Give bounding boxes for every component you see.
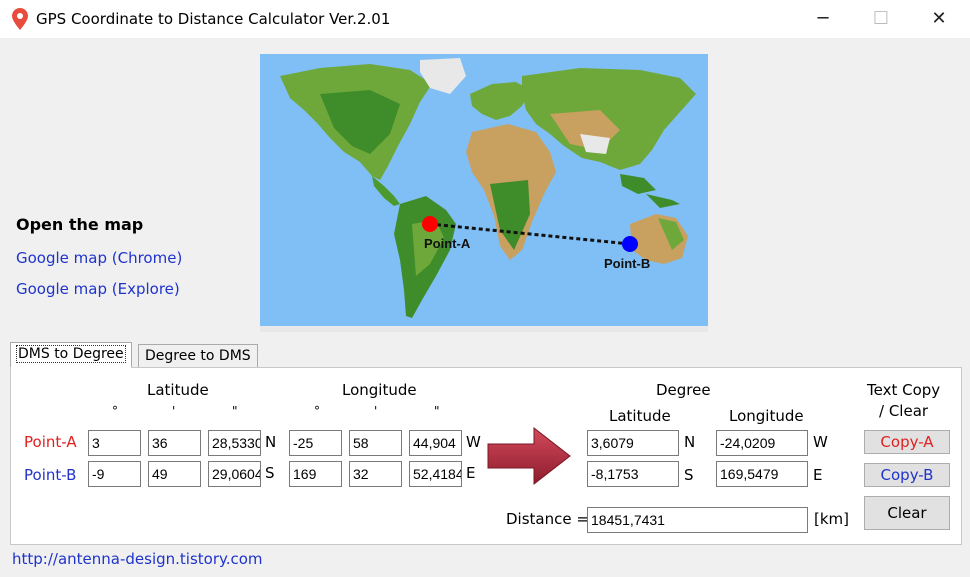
google-map-explore-link[interactable]: Google map (Explore) [16,280,180,298]
point-a-lon-min-input[interactable]: 58 [349,430,402,456]
point-b-lat-min-input[interactable]: 49 [148,461,201,487]
point-a-label: Point-A [24,433,77,451]
tab-dms-to-degree[interactable]: DMS to Degree [10,342,132,368]
point-b-label: Point-B [24,466,77,484]
point-a-marker [422,216,438,232]
minimize-button[interactable]: ─ [794,0,852,38]
text-copy-header: Text Copy [867,381,941,399]
copy-a-button[interactable]: Copy-A [864,430,950,454]
point-b-lon-degree-dir: E [813,466,823,484]
distance-output[interactable]: 18451,7431 [587,507,808,533]
point-b-lon-sec-input[interactable]: 52,4184 [409,461,462,487]
degree-header: Degree [656,381,711,399]
copy-b-button[interactable]: Copy-B [864,463,950,487]
google-map-chrome-link[interactable]: Google map (Chrome) [16,249,182,267]
clear-button[interactable]: Clear [864,496,950,530]
point-a-lon-deg-input[interactable]: -25 [289,430,342,456]
window-title: GPS Coordinate to Distance Calculator Ve… [36,10,391,28]
distance-label: Distance = [506,510,589,528]
distance-unit: [km] [814,510,850,528]
point-a-lat-dir: N [265,433,277,451]
tab-dms-to-degree-label: DMS to Degree [16,345,126,363]
dms-longitude-header: Longitude [342,381,417,399]
point-b-lon-min-input[interactable]: 32 [349,461,402,487]
close-button[interactable]: ✕ [910,0,968,38]
point-b-lat-sec-input[interactable]: 29,0604 [208,461,261,487]
lat-second-symbol: " [232,404,238,418]
point-b-marker [622,236,638,252]
point-a-lon-sec-input[interactable]: 44,904 [409,430,462,456]
point-b-lon-dir: E [466,464,476,482]
dms-latitude-header: Latitude [147,381,209,399]
point-a-lon-degree-dir: W [813,433,828,451]
point-b-lat-degree-dir: S [684,466,694,484]
point-a-lat-min-input[interactable]: 36 [148,430,201,456]
lat-degree-symbol: ° [112,404,118,418]
point-a-lon-dir: W [466,433,481,451]
open-map-heading: Open the map [16,215,144,234]
point-b-lon-degree-output[interactable]: 169,5479 [716,461,808,487]
point-a-lon-degree-output[interactable]: -24,0209 [716,430,808,456]
arrow-right-icon [487,426,571,486]
point-a-lat-degree-dir: N [684,433,696,451]
map-pin-icon [12,8,28,30]
maximize-button[interactable]: ☐ [852,0,910,38]
point-b-lat-degree-output[interactable]: -8,1753 [587,461,679,487]
point-a-lat-sec-input[interactable]: 28,5330 [208,430,261,456]
footer-website-link[interactable]: http://antenna-design.tistory.com [12,550,263,568]
title-bar: GPS Coordinate to Distance Calculator Ve… [0,0,970,38]
lon-second-symbol: " [434,404,440,418]
degree-latitude-header: Latitude [609,407,671,425]
clear-header: / Clear [879,402,929,420]
point-b-lon-deg-input[interactable]: 169 [289,461,342,487]
lat-minute-symbol: ' [172,404,176,418]
tab-degree-to-dms[interactable]: Degree to DMS [138,344,258,368]
map-point-a-label: Point-A [424,236,471,251]
point-a-lat-deg-input[interactable]: 3 [88,430,141,456]
lon-minute-symbol: ' [374,404,378,418]
lon-degree-symbol: ° [314,404,320,418]
point-a-lat-degree-output[interactable]: 3,6079 [587,430,679,456]
map-point-b-label: Point-B [604,256,650,271]
degree-longitude-header: Longitude [729,407,804,425]
world-map-image: Point-A Point-B [260,54,708,332]
point-b-lat-deg-input[interactable]: -9 [88,461,141,487]
point-b-lat-dir: S [265,464,275,482]
